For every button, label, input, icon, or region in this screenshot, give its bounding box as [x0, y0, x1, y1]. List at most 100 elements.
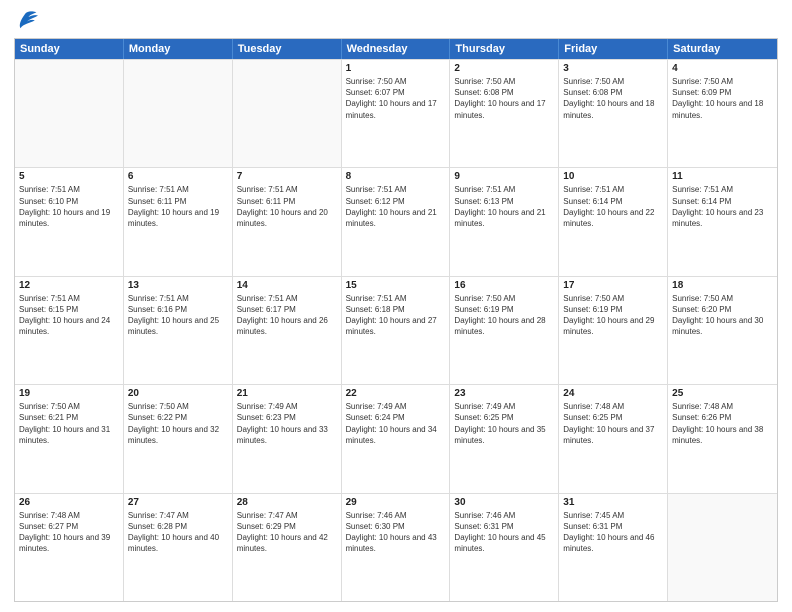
- calendar-cell: 5 Sunrise: 7:51 AM Sunset: 6:10 PM Daylig…: [15, 168, 124, 275]
- day-info: Sunrise: 7:47 AM Sunset: 6:29 PM Dayligh…: [237, 510, 337, 555]
- day-info: Sunrise: 7:51 AM Sunset: 6:14 PM Dayligh…: [563, 184, 663, 229]
- day-number: 11: [672, 171, 773, 182]
- day-number: 10: [563, 171, 663, 182]
- day-info: Sunrise: 7:46 AM Sunset: 6:31 PM Dayligh…: [454, 510, 554, 555]
- day-number: 24: [563, 388, 663, 399]
- day-number: 5: [19, 171, 119, 182]
- calendar-cell: 1 Sunrise: 7:50 AM Sunset: 6:07 PM Daylig…: [342, 60, 451, 167]
- calendar-cell: 31Sunrise: 7:45 AM Sunset: 6:31 PM Dayli…: [559, 494, 668, 601]
- calendar-cell: 9 Sunrise: 7:51 AM Sunset: 6:13 PM Daylig…: [450, 168, 559, 275]
- day-number: 26: [19, 497, 119, 508]
- calendar-week-row: 5 Sunrise: 7:51 AM Sunset: 6:10 PM Daylig…: [15, 167, 777, 275]
- calendar-header-row: SundayMondayTuesdayWednesdayThursdayFrid…: [15, 39, 777, 59]
- day-info: Sunrise: 7:50 AM Sunset: 6:21 PM Dayligh…: [19, 401, 119, 446]
- calendar-header-cell: Saturday: [668, 39, 777, 59]
- logo-bird-icon: [14, 10, 38, 32]
- day-info: Sunrise: 7:51 AM Sunset: 6:17 PM Dayligh…: [237, 293, 337, 338]
- calendar-cell: 18 Sunrise: 7:50 AM Sunset: 6:20 PM Dayli…: [668, 277, 777, 384]
- day-info: Sunrise: 7:48 AM Sunset: 6:27 PM Dayligh…: [19, 510, 119, 555]
- day-number: 14: [237, 280, 337, 291]
- day-number: 15: [346, 280, 446, 291]
- day-info: Sunrise: 7:48 AM Sunset: 6:26 PM Dayligh…: [672, 401, 773, 446]
- day-number: 7: [237, 171, 337, 182]
- day-info: Sunrise: 7:50 AM Sunset: 6:08 PM Dayligh…: [563, 76, 663, 121]
- calendar-week-row: 19 Sunrise: 7:50 AM Sunset: 6:21 PM Dayli…: [15, 384, 777, 492]
- day-info: Sunrise: 7:51 AM Sunset: 6:11 PM Dayligh…: [128, 184, 228, 229]
- calendar-cell: 17 Sunrise: 7:50 AM Sunset: 6:19 PM Dayli…: [559, 277, 668, 384]
- day-number: 17: [563, 280, 663, 291]
- day-info: Sunrise: 7:51 AM Sunset: 6:10 PM Dayligh…: [19, 184, 119, 229]
- calendar-cell: 22 Sunrise: 7:49 AM Sunset: 6:24 PM Dayli…: [342, 385, 451, 492]
- day-number: 1: [346, 63, 446, 74]
- calendar-week-row: 1 Sunrise: 7:50 AM Sunset: 6:07 PM Daylig…: [15, 59, 777, 167]
- day-number: 6: [128, 171, 228, 182]
- day-number: 9: [454, 171, 554, 182]
- header: [14, 10, 778, 32]
- calendar-header-cell: Wednesday: [342, 39, 451, 59]
- day-info: Sunrise: 7:50 AM Sunset: 6:19 PM Dayligh…: [563, 293, 663, 338]
- calendar-cell: 14 Sunrise: 7:51 AM Sunset: 6:17 PM Dayli…: [233, 277, 342, 384]
- calendar-cell: 3Sunrise: 7:50 AM Sunset: 6:08 PM Daylig…: [559, 60, 668, 167]
- calendar-cell: 16 Sunrise: 7:50 AM Sunset: 6:19 PM Dayli…: [450, 277, 559, 384]
- calendar-cell: 10 Sunrise: 7:51 AM Sunset: 6:14 PM Dayli…: [559, 168, 668, 275]
- calendar-cell: 27Sunrise: 7:47 AM Sunset: 6:28 PM Dayli…: [124, 494, 233, 601]
- day-info: Sunrise: 7:51 AM Sunset: 6:15 PM Dayligh…: [19, 293, 119, 338]
- day-number: 22: [346, 388, 446, 399]
- day-number: 8: [346, 171, 446, 182]
- day-number: 19: [19, 388, 119, 399]
- calendar-cell: 7Sunrise: 7:51 AM Sunset: 6:11 PM Daylig…: [233, 168, 342, 275]
- day-info: Sunrise: 7:51 AM Sunset: 6:13 PM Dayligh…: [454, 184, 554, 229]
- day-number: 12: [19, 280, 119, 291]
- day-number: 2: [454, 63, 554, 74]
- day-number: 16: [454, 280, 554, 291]
- day-info: Sunrise: 7:50 AM Sunset: 6:20 PM Dayligh…: [672, 293, 773, 338]
- day-info: Sunrise: 7:51 AM Sunset: 6:12 PM Dayligh…: [346, 184, 446, 229]
- calendar-cell: [233, 60, 342, 167]
- day-info: Sunrise: 7:49 AM Sunset: 6:24 PM Dayligh…: [346, 401, 446, 446]
- calendar-cell: 29Sunrise: 7:46 AM Sunset: 6:30 PM Dayli…: [342, 494, 451, 601]
- calendar-header-cell: Thursday: [450, 39, 559, 59]
- calendar-cell: 25 Sunrise: 7:48 AM Sunset: 6:26 PM Dayli…: [668, 385, 777, 492]
- calendar-header-cell: Sunday: [15, 39, 124, 59]
- calendar-cell: [124, 60, 233, 167]
- logo: [14, 10, 42, 32]
- calendar-cell: 6 Sunrise: 7:51 AM Sunset: 6:11 PM Daylig…: [124, 168, 233, 275]
- calendar-week-row: 26 Sunrise: 7:48 AM Sunset: 6:27 PM Dayli…: [15, 493, 777, 601]
- calendar: SundayMondayTuesdayWednesdayThursdayFrid…: [14, 38, 778, 602]
- calendar-cell: 19 Sunrise: 7:50 AM Sunset: 6:21 PM Dayli…: [15, 385, 124, 492]
- day-info: Sunrise: 7:47 AM Sunset: 6:28 PM Dayligh…: [128, 510, 228, 555]
- calendar-header-cell: Monday: [124, 39, 233, 59]
- day-number: 25: [672, 388, 773, 399]
- calendar-header-cell: Friday: [559, 39, 668, 59]
- day-info: Sunrise: 7:51 AM Sunset: 6:18 PM Dayligh…: [346, 293, 446, 338]
- day-info: Sunrise: 7:45 AM Sunset: 6:31 PM Dayligh…: [563, 510, 663, 555]
- day-info: Sunrise: 7:51 AM Sunset: 6:14 PM Dayligh…: [672, 184, 773, 229]
- calendar-cell: [668, 494, 777, 601]
- calendar-week-row: 12 Sunrise: 7:51 AM Sunset: 6:15 PM Dayli…: [15, 276, 777, 384]
- day-number: 20: [128, 388, 228, 399]
- day-number: 21: [237, 388, 337, 399]
- day-number: 4: [672, 63, 773, 74]
- calendar-cell: 4Sunrise: 7:50 AM Sunset: 6:09 PM Daylig…: [668, 60, 777, 167]
- calendar-cell: 26 Sunrise: 7:48 AM Sunset: 6:27 PM Dayli…: [15, 494, 124, 601]
- day-info: Sunrise: 7:49 AM Sunset: 6:25 PM Dayligh…: [454, 401, 554, 446]
- day-info: Sunrise: 7:49 AM Sunset: 6:23 PM Dayligh…: [237, 401, 337, 446]
- day-number: 18: [672, 280, 773, 291]
- day-number: 30: [454, 497, 554, 508]
- day-info: Sunrise: 7:48 AM Sunset: 6:25 PM Dayligh…: [563, 401, 663, 446]
- day-info: Sunrise: 7:50 AM Sunset: 6:07 PM Dayligh…: [346, 76, 446, 121]
- day-number: 29: [346, 497, 446, 508]
- calendar-cell: 15 Sunrise: 7:51 AM Sunset: 6:18 PM Dayli…: [342, 277, 451, 384]
- day-info: Sunrise: 7:50 AM Sunset: 6:22 PM Dayligh…: [128, 401, 228, 446]
- calendar-cell: 11 Sunrise: 7:51 AM Sunset: 6:14 PM Dayli…: [668, 168, 777, 275]
- calendar-cell: 21 Sunrise: 7:49 AM Sunset: 6:23 PM Dayli…: [233, 385, 342, 492]
- day-info: Sunrise: 7:50 AM Sunset: 6:19 PM Dayligh…: [454, 293, 554, 338]
- calendar-cell: 24 Sunrise: 7:48 AM Sunset: 6:25 PM Dayli…: [559, 385, 668, 492]
- day-info: Sunrise: 7:51 AM Sunset: 6:16 PM Dayligh…: [128, 293, 228, 338]
- day-number: 23: [454, 388, 554, 399]
- calendar-cell: 20 Sunrise: 7:50 AM Sunset: 6:22 PM Dayli…: [124, 385, 233, 492]
- calendar-cell: 2Sunrise: 7:50 AM Sunset: 6:08 PM Daylig…: [450, 60, 559, 167]
- calendar-cell: 23 Sunrise: 7:49 AM Sunset: 6:25 PM Dayli…: [450, 385, 559, 492]
- calendar-cell: 30 Sunrise: 7:46 AM Sunset: 6:31 PM Dayli…: [450, 494, 559, 601]
- calendar-cell: [15, 60, 124, 167]
